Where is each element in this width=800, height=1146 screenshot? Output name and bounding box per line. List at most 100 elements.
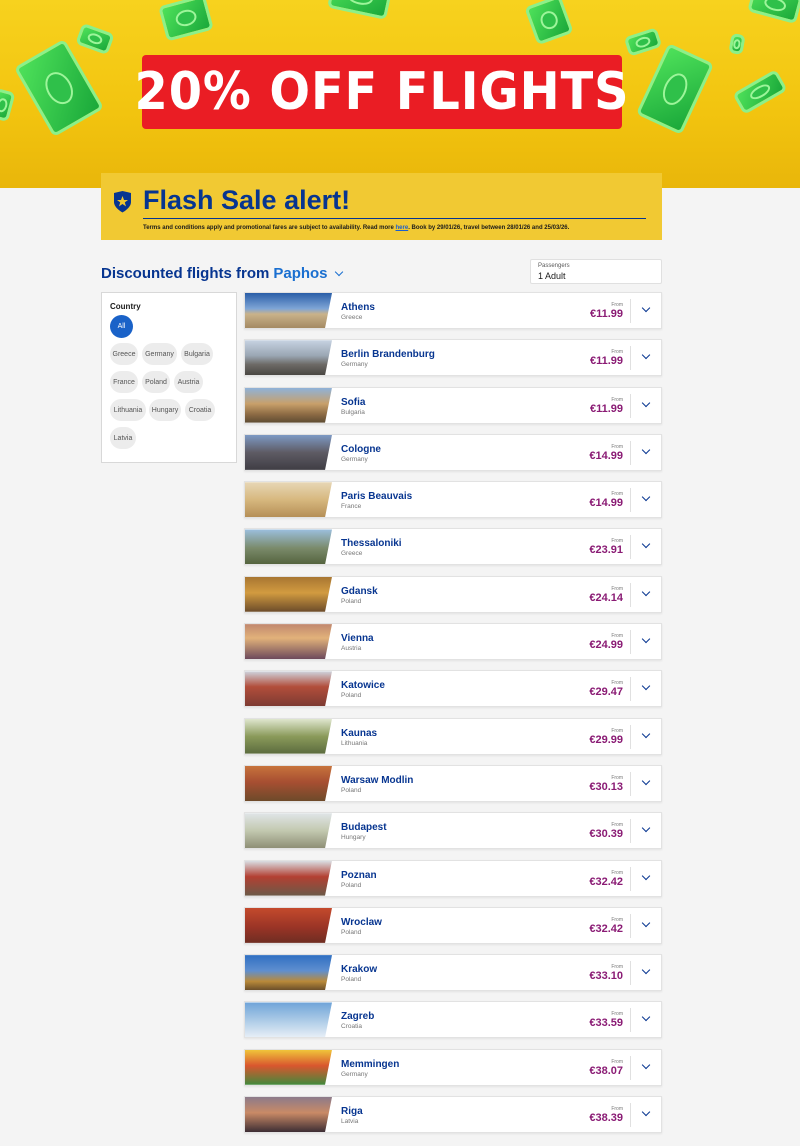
flight-row[interactable]: Budapest Hungary From €30.39 <box>244 812 662 850</box>
destination-image <box>245 529 332 565</box>
destination-image <box>245 434 332 470</box>
flight-row[interactable]: Thessaloniki Greece From €23.91 <box>244 528 662 566</box>
money-bill-image <box>732 69 788 115</box>
chevron-down-icon[interactable] <box>639 634 653 648</box>
country-chip-greece[interactable]: Greece <box>110 343 138 365</box>
terms-link[interactable]: here <box>396 225 409 231</box>
destination-country: Poland <box>341 597 362 605</box>
destination-image <box>245 1097 332 1133</box>
country-chip-bulgaria[interactable]: Bulgaria <box>181 343 213 365</box>
flight-row[interactable]: Zagreb Croatia From €33.59 <box>244 1001 662 1039</box>
fare-price: €24.14 <box>589 591 623 604</box>
fare-price: €29.47 <box>589 686 623 699</box>
fare-price: €11.99 <box>589 402 623 415</box>
divider <box>630 677 631 702</box>
chevron-down-icon[interactable] <box>334 267 343 277</box>
terms-text: Terms and conditions apply and promotion… <box>143 225 396 231</box>
chevron-down-icon[interactable] <box>639 445 653 459</box>
filter-title: Country <box>110 302 141 311</box>
destination-image <box>245 813 332 849</box>
flight-row[interactable]: Paris Beauvais France From €14.99 <box>244 481 662 519</box>
fare-price: €11.99 <box>589 355 623 368</box>
flight-row[interactable]: Vienna Austria From €24.99 <box>244 623 662 661</box>
destination-image <box>245 907 332 943</box>
country-chip-lithuania[interactable]: Lithuania <box>110 399 146 421</box>
divider <box>630 393 631 418</box>
flight-row[interactable]: Gdansk Poland From €24.14 <box>244 575 662 613</box>
chevron-down-icon[interactable] <box>639 918 653 932</box>
chevron-down-icon[interactable] <box>639 1060 653 1074</box>
country-chip-germany[interactable]: Germany <box>142 343 177 365</box>
destination-city: Zagreb <box>341 1011 375 1023</box>
flight-row[interactable]: Athens Greece From €11.99 <box>244 292 662 329</box>
chevron-down-icon[interactable] <box>639 398 653 412</box>
chevron-down-icon[interactable] <box>639 965 653 979</box>
destination-image <box>245 955 332 991</box>
fare-price: €14.99 <box>589 497 623 510</box>
chevron-down-icon[interactable] <box>639 492 653 506</box>
country-chip-latvia[interactable]: Latvia <box>110 427 136 449</box>
chevron-down-icon[interactable] <box>639 823 653 837</box>
destination-city: Poznan <box>341 869 377 881</box>
chevron-down-icon[interactable] <box>639 776 653 790</box>
flight-row[interactable]: Warsaw Modlin Poland From €30.13 <box>244 764 662 802</box>
flight-row[interactable]: Sofia Bulgaria From €11.99 <box>244 386 662 424</box>
destination-country: France <box>341 503 362 511</box>
destination-country: Croatia <box>341 1023 362 1031</box>
fare-price: €32.42 <box>589 875 623 888</box>
country-chip-france[interactable]: France <box>110 371 138 393</box>
destination-city: Thessaloniki <box>341 538 402 550</box>
country-chip-poland[interactable]: Poland <box>142 371 170 393</box>
country-chip-all[interactable]: All <box>110 315 133 338</box>
destination-city: Vienna <box>341 633 374 645</box>
money-bill-image <box>623 27 663 57</box>
chevron-down-icon[interactable] <box>639 539 653 553</box>
destination-country: Latvia <box>341 1118 359 1126</box>
chevron-down-icon[interactable] <box>639 350 653 364</box>
chevron-down-icon[interactable] <box>639 303 653 317</box>
destination-country: Austria <box>341 645 362 653</box>
flight-row[interactable]: Poznan Poland From €32.42 <box>244 859 662 897</box>
flight-row[interactable]: Memmingen Germany From €38.07 <box>244 1048 662 1086</box>
origin-city-selector[interactable]: Paphos <box>273 265 327 282</box>
destination-country: Germany <box>341 361 368 369</box>
destination-image <box>245 671 332 707</box>
flight-row[interactable]: Berlin Brandenburg Germany From €11.99 <box>244 339 662 377</box>
destination-country: Greece <box>341 550 363 558</box>
destination-country: Poland <box>341 881 362 889</box>
destination-city: Wroclaw <box>341 916 382 928</box>
flight-row[interactable]: Katowice Poland From €29.47 <box>244 670 662 708</box>
destination-city: Gdansk <box>341 585 378 597</box>
flight-row[interactable]: Wroclaw Poland From €32.42 <box>244 906 662 944</box>
terms-text-end: . Book by 29/01/26, travel between 28/01… <box>408 225 570 231</box>
fare-price: €38.07 <box>589 1064 623 1077</box>
destination-country: Germany <box>341 1070 368 1078</box>
fare-price: €30.13 <box>589 780 623 793</box>
country-chip-croatia[interactable]: Croatia <box>185 399 215 421</box>
flight-row[interactable]: Riga Latvia From €38.39 <box>244 1096 662 1134</box>
flight-row[interactable]: Cologne Germany From €14.99 <box>244 433 662 471</box>
money-bill-image <box>635 43 715 135</box>
fare-price: €11.99 <box>589 308 623 320</box>
chevron-down-icon[interactable] <box>639 681 653 695</box>
destination-city: Sofia <box>341 396 366 408</box>
destination-image <box>245 624 332 660</box>
divider <box>630 488 631 513</box>
passengers-value: 1 Adult <box>538 271 566 281</box>
chevron-down-icon[interactable] <box>639 1107 653 1121</box>
destination-image <box>245 340 332 376</box>
chevron-down-icon[interactable] <box>639 871 653 885</box>
destination-city: Berlin Brandenburg <box>341 349 435 361</box>
flight-row[interactable]: Kaunas Lithuania From €29.99 <box>244 717 662 755</box>
money-bill-image <box>13 38 105 138</box>
divider <box>630 1103 631 1128</box>
destination-image <box>245 860 332 896</box>
passengers-selector[interactable]: Passengers 1 Adult <box>530 259 662 284</box>
country-chip-austria[interactable]: Austria <box>174 371 203 393</box>
chevron-down-icon[interactable] <box>639 1012 653 1026</box>
flight-row[interactable]: Krakow Poland From €33.10 <box>244 954 662 992</box>
chevron-down-icon[interactable] <box>639 729 653 743</box>
flight-list: Athens Greece From €11.99 Berlin Brandenburg… <box>244 292 662 1143</box>
chevron-down-icon[interactable] <box>639 587 653 601</box>
country-chip-hungary[interactable]: Hungary <box>149 399 181 421</box>
